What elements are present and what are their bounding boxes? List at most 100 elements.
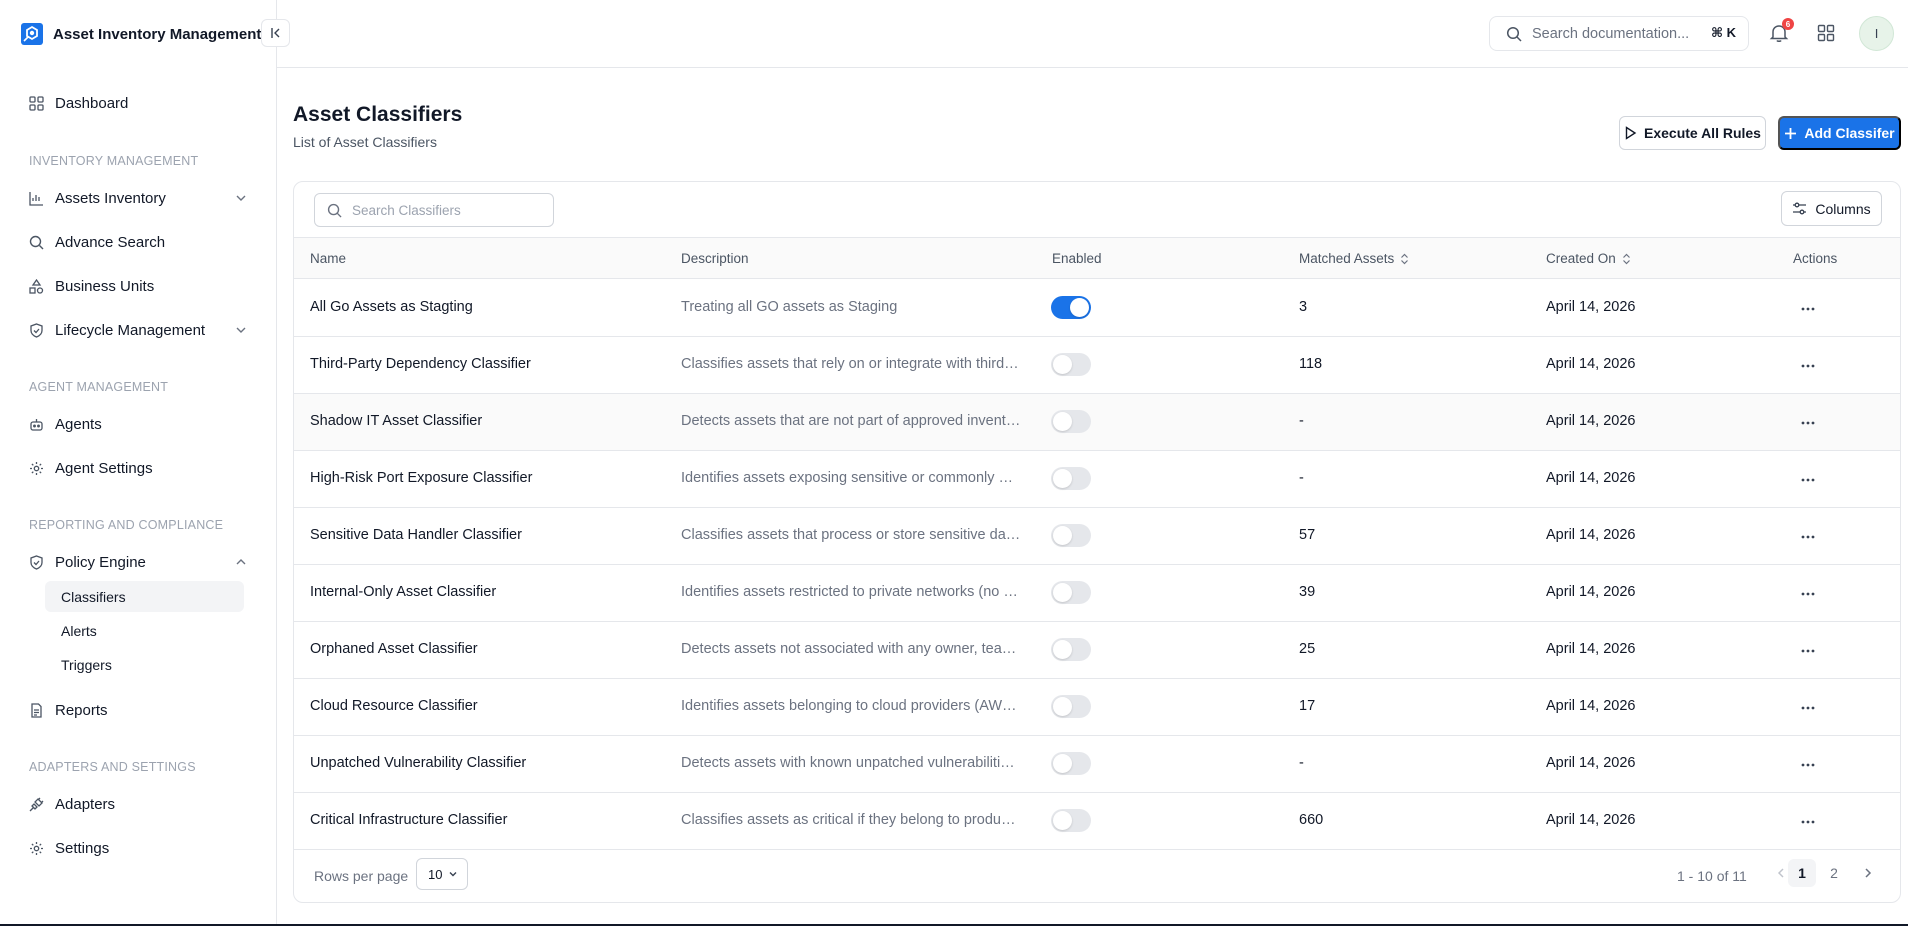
execute-all-rules-button[interactable]: Execute All Rules	[1619, 116, 1766, 150]
column-header-matched-assets[interactable]: Matched Assets	[1299, 251, 1409, 266]
page-button-1[interactable]: 1	[1788, 859, 1816, 887]
toggle-knob	[1053, 754, 1072, 773]
document-icon	[28, 702, 45, 719]
search-icon	[327, 203, 342, 218]
table-row[interactable]: Cloud Resource Classifier Identifies asse…	[294, 679, 1900, 736]
page-title: Asset Classifiers	[293, 103, 463, 126]
enabled-toggle[interactable]	[1051, 752, 1091, 775]
rows-per-page-select[interactable]: 10	[416, 858, 468, 890]
chevron-up-icon	[236, 559, 246, 565]
table-row[interactable]: High-Risk Port Exposure Classifier Identi…	[294, 451, 1900, 508]
column-header-enabled[interactable]: Enabled	[1052, 251, 1102, 266]
section-label-inventory: INVENTORY MANAGEMENT	[29, 154, 199, 168]
classifier-name[interactable]: Cloud Resource Classifier	[310, 698, 478, 714]
sidebar-item-adapters[interactable]: Adapters	[28, 792, 248, 816]
sidebar-item-reports[interactable]: Reports	[28, 698, 248, 722]
enabled-toggle[interactable]	[1051, 581, 1091, 604]
more-horizontal-icon[interactable]	[1800, 586, 1816, 602]
sidebar-item-business-units[interactable]: Business Units	[28, 274, 248, 298]
sidebar-item-dashboard[interactable]: Dashboard	[28, 91, 248, 115]
search-icon	[28, 234, 45, 251]
sidebar-item-settings[interactable]: Settings	[28, 836, 248, 860]
documentation-search[interactable]: Search documentation... ⌘ K	[1489, 16, 1749, 51]
sidebar-item-advance-search[interactable]: Advance Search	[28, 230, 248, 254]
sidebar-subitem-classifiers[interactable]: Classifiers	[45, 581, 244, 612]
more-horizontal-icon[interactable]	[1800, 472, 1816, 488]
sidebar-item-label: Settings	[55, 839, 110, 857]
classifier-name[interactable]: High-Risk Port Exposure Classifier	[310, 470, 532, 486]
classifier-name[interactable]: Critical Infrastructure Classifier	[310, 812, 507, 828]
toggle-knob	[1053, 355, 1072, 374]
sidebar-subitem-alerts[interactable]: Alerts	[45, 615, 244, 646]
notification-badge: 6	[1782, 18, 1794, 30]
plus-icon	[1785, 127, 1797, 139]
classifier-name[interactable]: Sensitive Data Handler Classifier	[310, 527, 522, 543]
sort-icon	[1401, 253, 1409, 264]
created-on-date: April 14, 2026	[1546, 641, 1636, 657]
classifier-name[interactable]: Unpatched Vulnerability Classifier	[310, 755, 526, 771]
table-row[interactable]: Unpatched Vulnerability Classifier Detect…	[294, 736, 1900, 793]
enabled-toggle[interactable]	[1051, 809, 1091, 832]
classifier-description: Detects assets that are not part of appr…	[681, 413, 1021, 429]
sidebar-subitem-triggers[interactable]: Triggers	[45, 649, 244, 680]
enabled-toggle[interactable]	[1051, 695, 1091, 718]
apps-grid-icon[interactable]	[1817, 24, 1835, 42]
table-row[interactable]: Sensitive Data Handler Classifier Classif…	[294, 508, 1900, 565]
classifier-name[interactable]: Internal-Only Asset Classifier	[310, 584, 496, 600]
more-horizontal-icon[interactable]	[1800, 301, 1816, 317]
created-on-date: April 14, 2026	[1546, 413, 1636, 429]
more-horizontal-icon[interactable]	[1800, 700, 1816, 716]
next-page-button[interactable]	[1854, 859, 1882, 887]
add-classifier-button[interactable]: Add Classifer	[1778, 116, 1901, 150]
more-horizontal-icon[interactable]	[1800, 415, 1816, 431]
table-row[interactable]: All Go Assets as Stagting Treating all GO…	[294, 280, 1900, 337]
columns-button[interactable]: Columns	[1781, 191, 1882, 226]
classifier-description: Classifies assets as critical if they be…	[681, 812, 1021, 828]
avatar[interactable]: I	[1859, 16, 1894, 51]
brand[interactable]: Asset Inventory Management	[21, 22, 261, 46]
classifier-search-input[interactable]	[352, 202, 542, 218]
classifier-description: Classifies assets that rely on or integr…	[681, 356, 1021, 372]
chevron-right-icon	[1865, 868, 1872, 878]
classifier-name[interactable]: All Go Assets as Stagting	[310, 299, 473, 315]
sidebar-item-agent-settings[interactable]: Agent Settings	[28, 456, 248, 480]
sidebar-item-lifecycle-management[interactable]: Lifecycle Management	[28, 318, 248, 342]
enabled-toggle[interactable]	[1051, 410, 1091, 433]
enabled-toggle[interactable]	[1051, 524, 1091, 547]
table-row[interactable]: Third-Party Dependency Classifier Classif…	[294, 337, 1900, 394]
enabled-toggle[interactable]	[1051, 638, 1091, 661]
sidebar-item-policy-engine[interactable]: Policy Engine	[28, 550, 248, 574]
classifier-description: Detects assets with known unpatched vuln…	[681, 755, 1021, 771]
column-header-description[interactable]: Description	[681, 251, 749, 266]
classifier-search[interactable]	[314, 193, 554, 227]
classifier-name[interactable]: Shadow IT Asset Classifier	[310, 413, 482, 429]
table-row[interactable]: Orphaned Asset Classifier Detects assets …	[294, 622, 1900, 679]
page-button-2[interactable]: 2	[1820, 859, 1848, 887]
table-row[interactable]: Internal-Only Asset Classifier Identifies…	[294, 565, 1900, 622]
column-header-label: Description	[681, 251, 749, 266]
enabled-toggle[interactable]	[1051, 296, 1091, 319]
toggle-knob	[1053, 526, 1072, 545]
enabled-toggle[interactable]	[1051, 353, 1091, 376]
sidebar-item-assets-inventory[interactable]: Assets Inventory	[28, 186, 248, 210]
column-header-created-on[interactable]: Created On	[1546, 251, 1631, 266]
classifier-description: Treating all GO assets as Staging	[681, 299, 898, 315]
collapse-sidebar-button[interactable]	[261, 19, 290, 47]
rows-per-page-value: 10	[428, 866, 443, 882]
classifier-name[interactable]: Third-Party Dependency Classifier	[310, 356, 531, 372]
pagination-range: 1 - 10 of 11	[1677, 868, 1747, 884]
enabled-toggle[interactable]	[1051, 467, 1091, 490]
table-row[interactable]: Shadow IT Asset Classifier Detects assets…	[294, 394, 1900, 451]
matched-assets-count: -	[1299, 413, 1304, 429]
sidebar-item-agents[interactable]: Agents	[28, 412, 248, 436]
more-horizontal-icon[interactable]	[1800, 529, 1816, 545]
chevron-down-icon	[236, 327, 246, 333]
more-horizontal-icon[interactable]	[1800, 757, 1816, 773]
column-header-name[interactable]: Name	[310, 251, 346, 266]
more-horizontal-icon[interactable]	[1800, 814, 1816, 830]
classifier-name[interactable]: Orphaned Asset Classifier	[310, 641, 478, 657]
table-row[interactable]: Critical Infrastructure Classifier Classi…	[294, 793, 1900, 850]
more-horizontal-icon[interactable]	[1800, 358, 1816, 374]
collapse-left-icon	[270, 28, 279, 38]
more-horizontal-icon[interactable]	[1800, 643, 1816, 659]
